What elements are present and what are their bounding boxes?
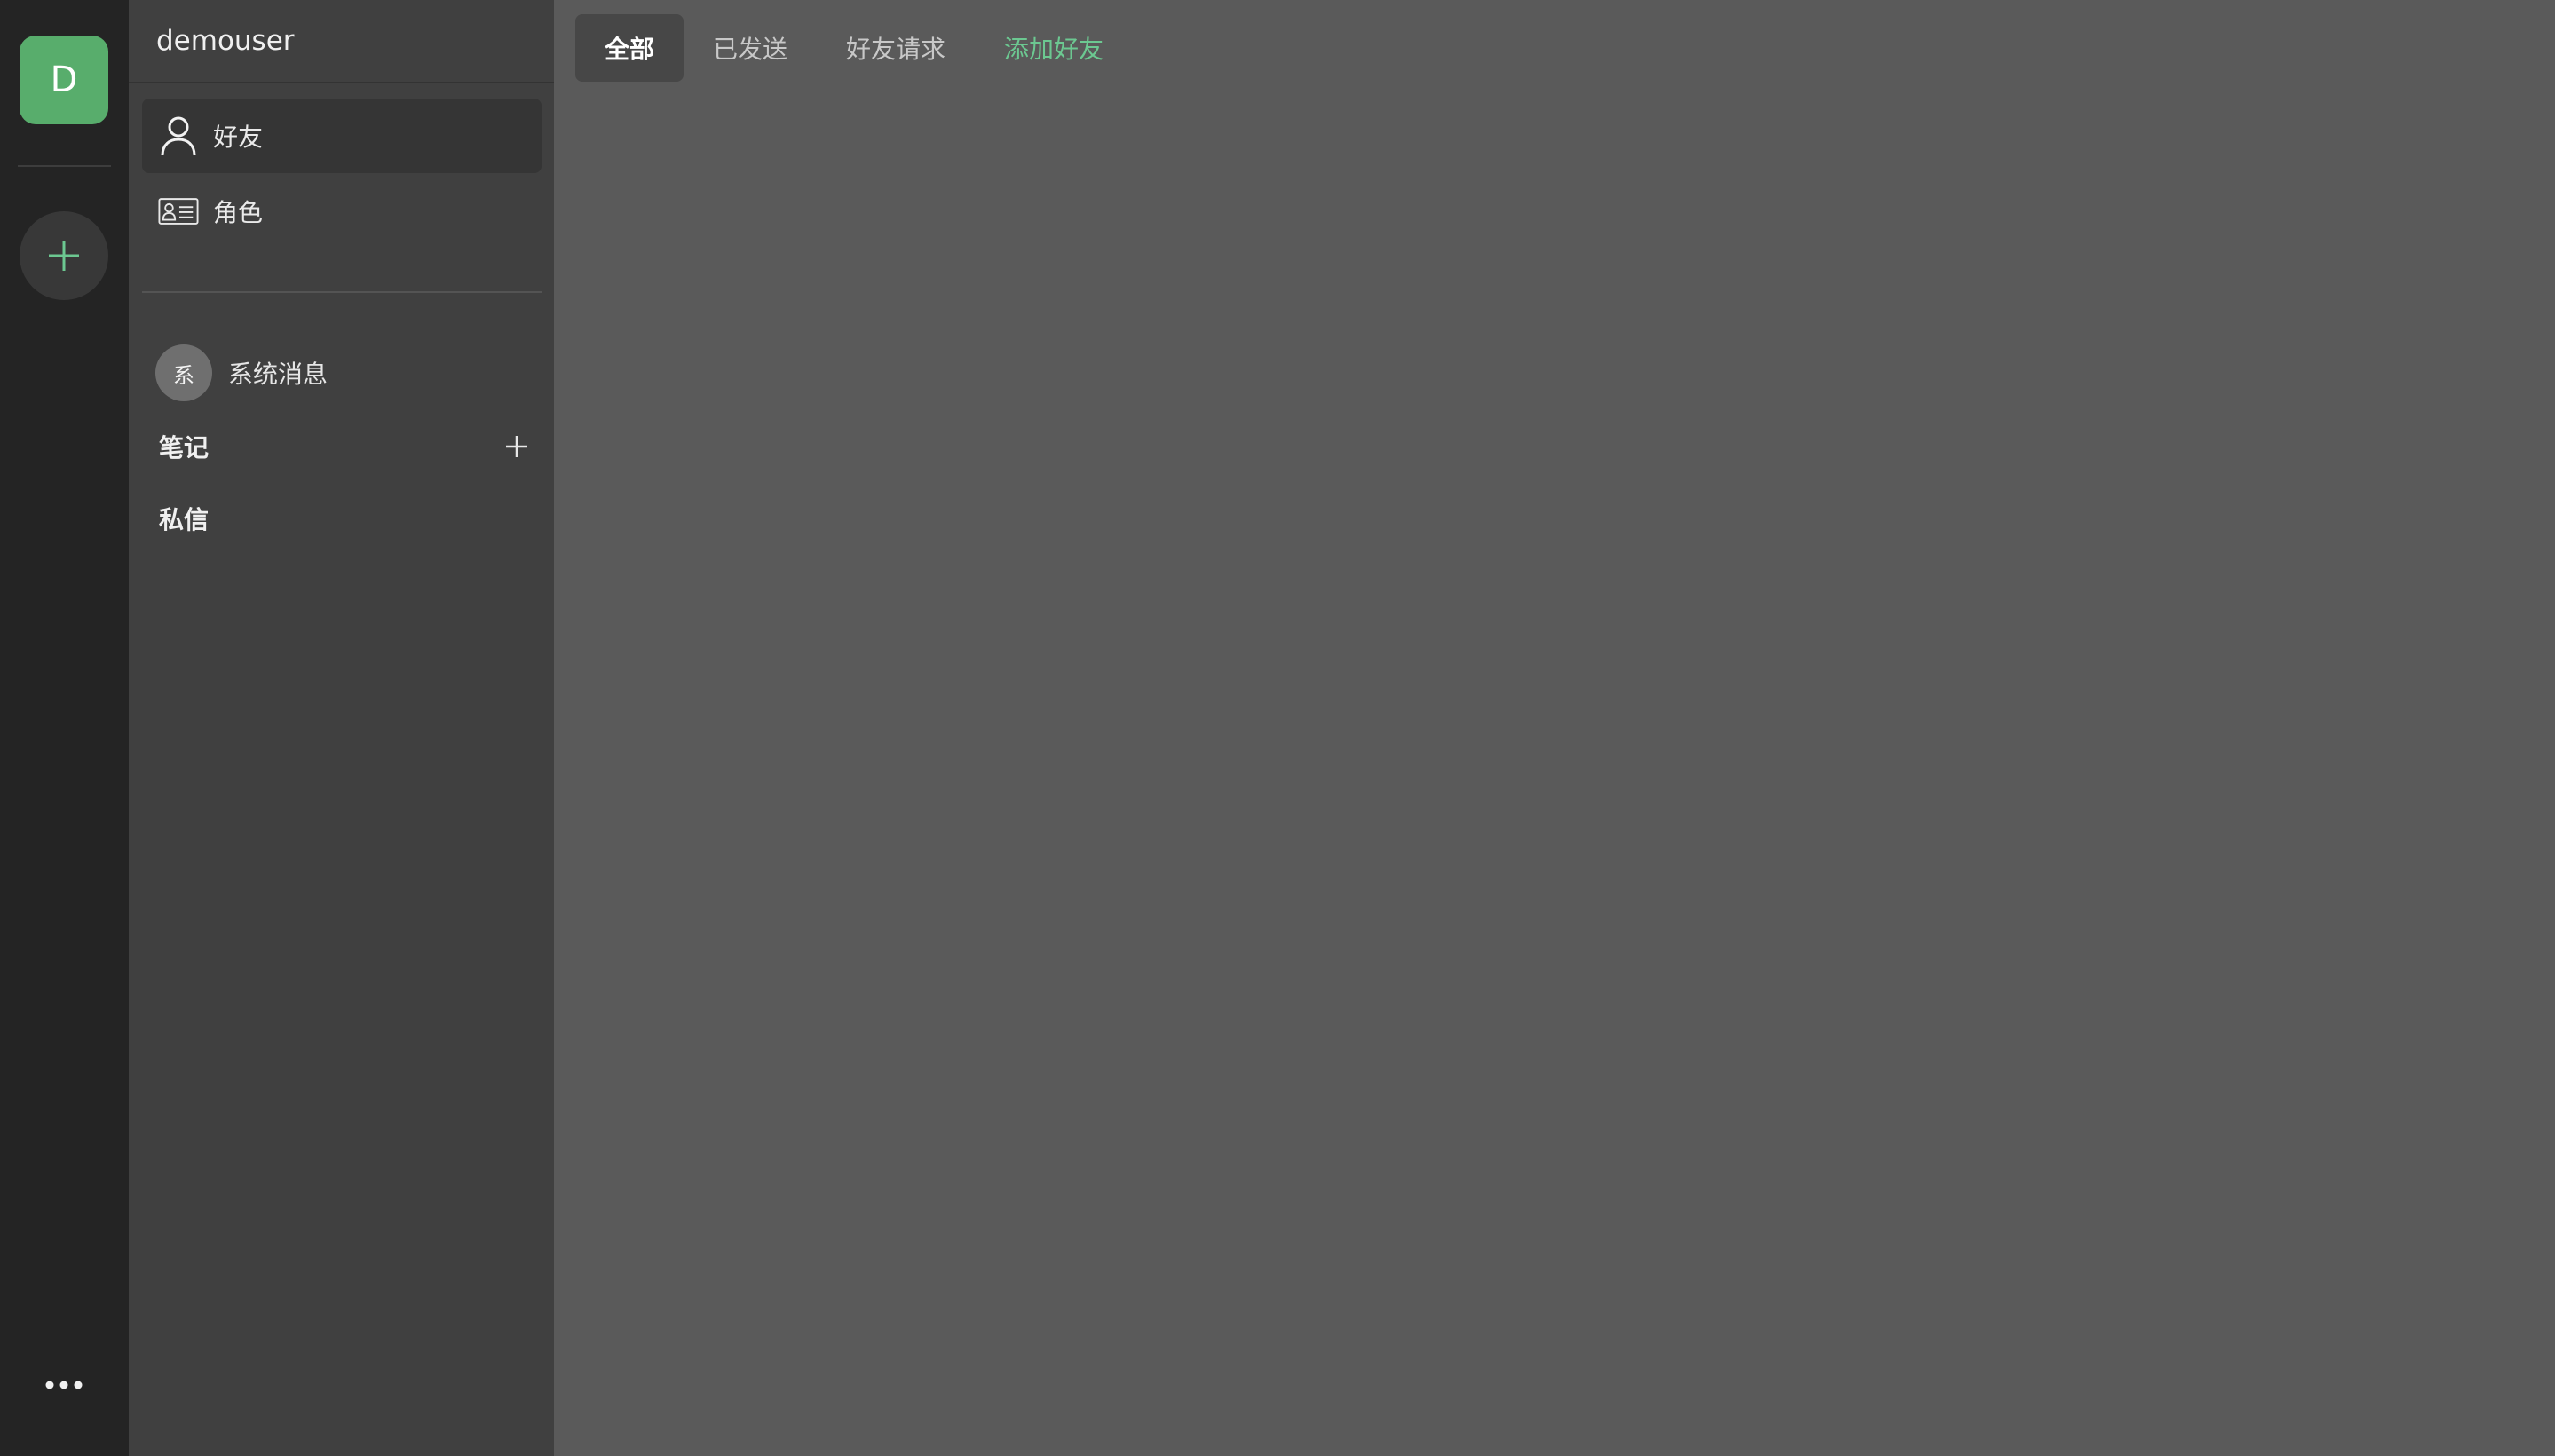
plus-icon	[49, 241, 79, 271]
system-avatar-text: 系	[173, 362, 194, 388]
tab-all[interactable]: 全部	[575, 14, 684, 82]
system-message-item[interactable]: 系 系统消息	[155, 344, 528, 401]
rail-divider	[18, 165, 111, 167]
sidebar-item-label: 好友	[213, 123, 264, 152]
add-note-button[interactable]	[502, 431, 532, 462]
server-rail: D	[0, 0, 129, 1456]
tab-friend-requests[interactable]: 好友请求	[817, 14, 975, 82]
notes-section-header: 笔记	[159, 424, 532, 469]
id-card-icon	[158, 191, 199, 232]
avatar-letter: D	[50, 59, 78, 100]
user-icon	[158, 115, 199, 156]
tab-sent[interactable]: 已发送	[684, 14, 817, 82]
user-avatar-button[interactable]: D	[20, 36, 108, 124]
tab-add-friend[interactable]: 添加好友	[975, 14, 1133, 82]
sidebar: demouser 好友 角色 系 系统消息 笔记 私信	[129, 0, 554, 1456]
more-dots-icon	[45, 1381, 83, 1389]
username: demouser	[156, 25, 295, 57]
system-message-label: 系统消息	[228, 360, 328, 389]
sidebar-item-characters[interactable]: 角色	[142, 174, 542, 249]
friends-tabs: 全部 已发送 好友请求 添加好友	[575, 14, 1133, 82]
plus-icon	[506, 436, 527, 457]
notes-section-title: 笔记	[159, 433, 210, 463]
more-options-button[interactable]	[37, 1372, 91, 1398]
add-server-button[interactable]	[20, 211, 108, 300]
app-root: D demouser 好友 角色 系 系统消息 笔记 私信 全部 已发送 好友请…	[0, 0, 2555, 1456]
sidebar-item-friends[interactable]: 好友	[142, 99, 542, 173]
direct-messages-section-title: 私信	[159, 505, 210, 534]
sidebar-header: demouser	[129, 0, 554, 83]
sidebar-item-label: 角色	[213, 198, 264, 227]
sidebar-divider	[142, 291, 542, 293]
system-avatar: 系	[155, 344, 212, 401]
main-panel: 全部 已发送 好友请求 添加好友	[554, 0, 2555, 1456]
direct-messages-section-header: 私信	[159, 496, 532, 541]
